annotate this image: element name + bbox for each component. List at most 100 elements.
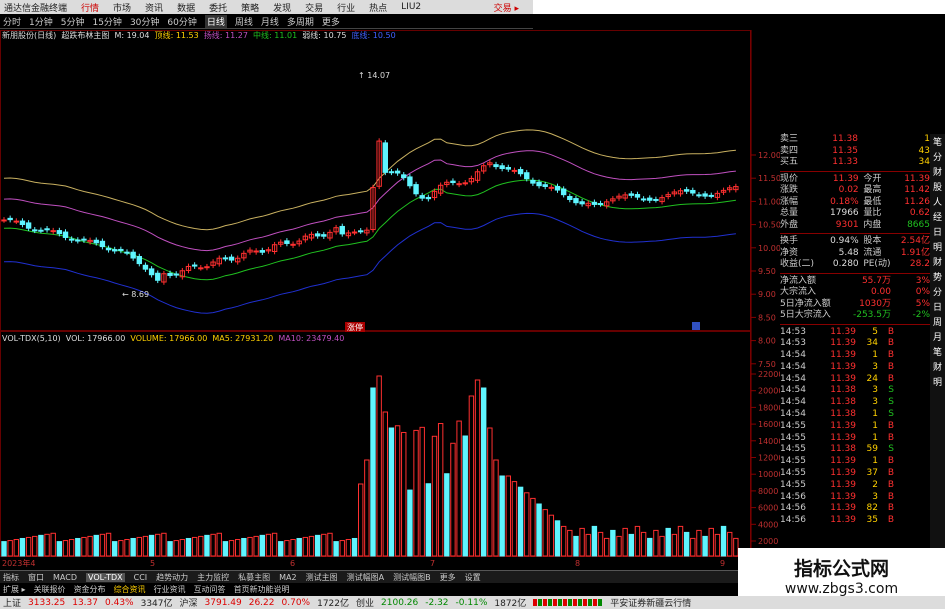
side-tab-0[interactable]: 笔 [933, 138, 942, 149]
candle [50, 230, 56, 233]
indicator-tab[interactable]: MACD [53, 573, 77, 582]
indicator-tab[interactable]: 更多 [440, 572, 456, 583]
candle [462, 182, 468, 185]
indicator-tab[interactable]: CCI [134, 573, 148, 582]
volume-bar [505, 475, 512, 557]
indicator-tab[interactable]: VOL-TDX [85, 572, 125, 582]
info-tab[interactable]: 关联报价 [34, 584, 66, 595]
side-tab-10[interactable]: 分 [933, 288, 942, 299]
indicator-tab[interactable]: 测试幅图A [347, 572, 384, 583]
candle [1, 219, 7, 222]
tick-volume: 34 [866, 338, 878, 349]
side-tab-3[interactable]: 股 [933, 183, 942, 194]
candle [524, 172, 530, 180]
side-tab-6[interactable]: 日 [933, 228, 942, 239]
indicator-tab[interactable]: 测试主图 [306, 572, 338, 583]
sz-label[interactable]: 沪深 [180, 596, 198, 609]
volume-bar [690, 537, 696, 557]
order-level-label: 卖四 [780, 145, 799, 156]
side-tab-15[interactable]: 财 [933, 363, 942, 374]
candle [560, 188, 567, 196]
candle [142, 264, 149, 270]
info-tab[interactable]: 资金分布 [74, 584, 106, 595]
flow-value: -253.5万 [852, 310, 891, 320]
trade-tick-row: 14:54 11.39 3 B [780, 362, 930, 374]
volume-bar [38, 534, 44, 557]
info-tab[interactable]: 互动问答 [194, 584, 226, 595]
candle [382, 142, 389, 173]
tick-time: 14:54 [780, 385, 806, 396]
candle [573, 198, 579, 204]
side-tab-12[interactable]: 周 [933, 318, 942, 329]
indicator-tab[interactable]: 主力监控 [197, 572, 229, 583]
side-tab-14[interactable]: 笔 [933, 348, 942, 359]
indicator-tab[interactable]: MA2 [279, 573, 296, 582]
quote-panel: 卖三 11.38 1 卖四 11.35 43 买五 11.33 34 现价 11.39 今开 11.39… [780, 134, 930, 574]
candle [413, 184, 419, 195]
candle [339, 225, 345, 235]
tick-volume: 3 [872, 397, 878, 408]
volume-bar [259, 534, 266, 557]
candle [44, 228, 50, 231]
candle [536, 181, 542, 187]
side-tab-13[interactable]: 月 [933, 333, 942, 344]
trade-tick-row: 14:56 11.39 82 B [780, 503, 930, 515]
candle [167, 272, 173, 276]
indicator-tab[interactable]: 设置 [465, 572, 481, 583]
indicator-tab[interactable]: 测试幅图B [393, 572, 431, 583]
chart-canvas[interactable]: 12.00 11.50 11.00 10.50 10.00 9.50 9.00 8.50 8.0… [0, 0, 780, 570]
indicator-tab[interactable]: 私募主图 [238, 572, 270, 583]
side-tab-4[interactable]: 人 [933, 198, 942, 209]
candle [696, 194, 702, 197]
side-tab-7[interactable]: 明 [933, 243, 942, 254]
tick-volume: 2 [872, 479, 878, 490]
volume-bar [124, 539, 130, 557]
quote-label: 最低 [863, 196, 882, 207]
quote-row: 换手 0.94% 股本 2.54亿 [780, 236, 930, 248]
trade-tick-row: 14:54 11.38 3 S [780, 385, 930, 397]
candle [511, 169, 518, 172]
indicator-tab[interactable]: 指标 [3, 572, 19, 583]
volume-bar [431, 435, 438, 557]
side-tab-8[interactable]: 财 [933, 258, 942, 269]
side-tab-9[interactable]: 势 [933, 273, 942, 284]
tick-time: 14:56 [780, 515, 806, 526]
side-tab-1[interactable]: 分 [933, 153, 942, 164]
peak-price-label: ↑ 14.07 [358, 71, 390, 80]
tick-volume: 1 [872, 350, 878, 361]
candle [690, 189, 696, 194]
trade-tick-row: 14:54 11.39 1 B [780, 350, 930, 362]
side-tab-16[interactable]: 明 [933, 378, 942, 389]
volume-bar [351, 537, 358, 557]
quote-value: 9301 [835, 219, 859, 230]
indicator-tab[interactable]: 趋势动力 [156, 572, 188, 583]
info-tabs: 扩展 ▸ 关联报价 资金分布 综合资讯 行业资讯 互动问答 首页新功能说明 [0, 583, 780, 595]
side-tab-11[interactable]: 日 [933, 303, 942, 314]
side-tab-2[interactable]: 财 [933, 168, 942, 179]
volume-bar [481, 387, 487, 557]
volume-bar [474, 379, 481, 557]
candle [124, 251, 130, 254]
quote-label: 股本 [863, 236, 882, 246]
sh-label[interactable]: 上证 [3, 596, 21, 609]
info-tab[interactable]: 行业资讯 [154, 584, 186, 595]
right-toolbar: 笔分财股人经日明财势分日周月笔财明 [930, 134, 945, 564]
cy-label[interactable]: 创业 [356, 596, 374, 609]
info-tab[interactable]: 首页新功能说明 [234, 584, 290, 595]
divider [780, 323, 930, 325]
info-tab[interactable]: 综合资讯 [114, 584, 146, 595]
tick-direction: B [887, 326, 894, 337]
volume-bar [487, 427, 493, 557]
volume-bar [665, 527, 671, 557]
candle [148, 268, 155, 276]
info-tab[interactable]: 扩展 ▸ [3, 584, 26, 595]
candle [493, 164, 499, 168]
volume-bar [702, 535, 708, 557]
vol-indicator-name[interactable]: VOL-TDX(5,10) [2, 334, 61, 343]
quote-label: PE(动) [863, 259, 891, 269]
indicator-tab[interactable]: 窗口 [28, 572, 44, 583]
volume-bar [591, 525, 598, 557]
volume-bar [118, 540, 124, 557]
flow-value: 55.7万 [861, 275, 891, 286]
side-tab-5[interactable]: 经 [933, 213, 942, 224]
